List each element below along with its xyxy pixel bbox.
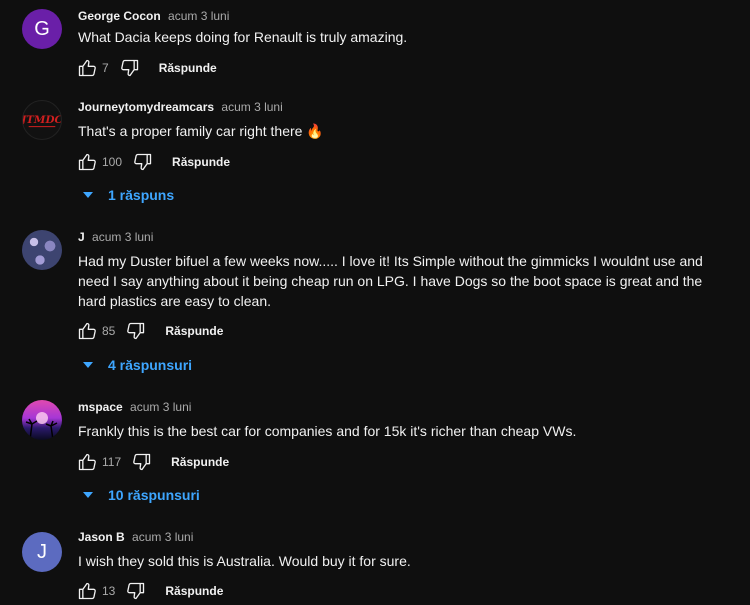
like-count: 7 [102,61,109,75]
reply-button[interactable]: Răspunde [165,324,223,338]
like-icon[interactable] [76,580,98,602]
like-icon[interactable] [76,57,98,79]
comment-actions: 100 Răspunde [76,150,230,174]
avatar-letter: J [37,540,47,563]
like-icon[interactable] [76,451,98,473]
comment-header: Journeytomydreamcars acum 3 luni [78,100,283,114]
comment-actions: 7 Răspunde [76,56,217,80]
palm-trees-icon [25,412,58,440]
comment-actions: 85 Răspunde [76,319,223,343]
comment: J Jason B acum 3 luni I wish they sold t… [0,530,750,605]
like-icon[interactable] [76,151,98,173]
comment: mspace acum 3 luni Frankly this is the b… [0,400,750,510]
channel-logo-icon: JTMDC [23,114,61,128]
comment-text: That's a proper family car right there 🔥 [78,123,324,139]
author-name[interactable]: Journeytomydreamcars [78,100,214,114]
view-replies-button[interactable]: 1 răspuns [82,187,174,203]
author-name[interactable]: Jason B [78,530,125,544]
dislike-icon[interactable] [125,320,147,342]
view-replies-button[interactable]: 4 răspunsuri [82,357,192,373]
chevron-down-icon [83,492,93,498]
comment-text: Frankly this is the best car for compani… [78,423,577,439]
like-count: 100 [102,155,123,169]
author-name[interactable]: George Cocon [78,9,161,23]
avatar[interactable] [22,400,62,440]
like-icon[interactable] [76,320,98,342]
timestamp[interactable]: acum 3 luni [132,530,193,544]
comment-header: mspace acum 3 luni [78,400,191,414]
chevron-down-icon [83,192,93,198]
reply-button[interactable]: Răspunde [171,455,229,469]
like-count: 85 [102,324,116,338]
comment-actions: 117 Răspunde [76,450,229,474]
avatar[interactable]: JTMDC [22,100,62,140]
comment-header: Jason B acum 3 luni [78,530,193,544]
dislike-icon[interactable] [131,451,153,473]
avatar[interactable]: J [22,532,62,572]
author-name[interactable]: mspace [78,400,123,414]
comment-actions: 13 Răspunde [76,579,223,603]
comment: JTMDC Journeytomydreamcars acum 3 luni T… [0,100,750,210]
dislike-icon[interactable] [119,57,141,79]
reply-button[interactable]: Răspunde [172,155,230,169]
replies-count: 10 răspunsuri [108,487,200,503]
replies-count: 4 răspunsuri [108,357,193,373]
reply-button[interactable]: Răspunde [159,61,217,75]
timestamp[interactable]: acum 3 luni [168,9,229,23]
dislike-icon[interactable] [125,580,147,602]
dislike-icon[interactable] [132,151,154,173]
view-replies-button[interactable]: 10 răspunsuri [82,487,200,503]
comment: J acum 3 luni Had my Duster bifuel a few… [0,230,750,380]
svg-text:JTMDC: JTMDC [23,114,61,126]
timestamp[interactable]: acum 3 luni [130,400,191,414]
avatar[interactable]: G [22,9,62,49]
timestamp[interactable]: acum 3 luni [92,230,153,244]
like-count: 117 [102,455,122,469]
timestamp[interactable]: acum 3 luni [221,100,282,114]
chevron-down-icon [83,362,93,368]
replies-count: 1 răspuns [108,187,175,203]
author-name[interactable]: J [78,230,85,244]
comment-text: What Dacia keeps doing for Renault is tr… [78,29,408,45]
comment-header: George Cocon acum 3 luni [78,9,229,23]
avatar[interactable] [22,230,62,270]
comment: G George Cocon acum 3 luni What Dacia ke… [0,9,750,89]
comment-text: I wish they sold this is Australia. Woul… [78,553,411,569]
avatar-letter: G [34,17,50,40]
comment-header: J acum 3 luni [78,230,153,244]
like-count: 13 [102,584,116,598]
comment-text: Had my Duster bifuel a few weeks now....… [78,253,703,309]
reply-button[interactable]: Răspunde [165,584,223,598]
